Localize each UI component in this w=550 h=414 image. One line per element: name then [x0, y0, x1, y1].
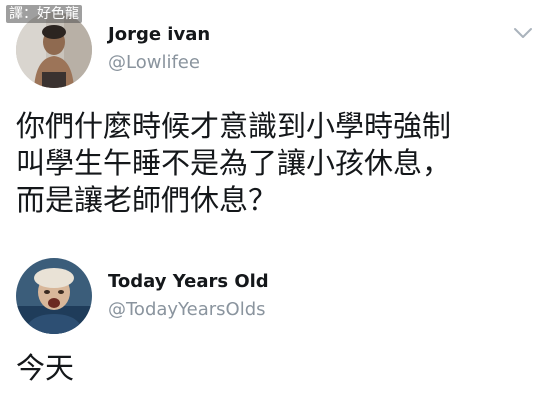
avatar-image	[16, 12, 92, 88]
tweet-text-line: 而是讓老師們休息？	[16, 183, 278, 217]
tweet-text-line: 叫學生午睡不是為了讓小孩休息，	[16, 146, 452, 180]
tweet-text: 今天	[16, 350, 544, 387]
display-name[interactable]: Today Years Old	[108, 271, 269, 292]
tweet-text: 你們什麼時候才意識到小學時強制 叫學生午睡不是為了讓小孩休息， 而是讓老師們休息…	[16, 108, 544, 219]
tweet: Today Years Old @TodayYearsOlds 今天	[0, 240, 550, 414]
avatar[interactable]	[16, 12, 92, 88]
username[interactable]: @TodayYearsOlds	[108, 299, 266, 320]
tweet-text-line: 今天	[16, 351, 75, 385]
display-name[interactable]: Jorge ivan	[108, 24, 210, 45]
tweet: Jorge ivan @Lowlifee 你們什麼時候才意識到小學時強制 叫學生…	[0, 0, 550, 240]
tweet-text-line: 你們什麼時候才意識到小學時強制	[16, 109, 452, 143]
translator-watermark: 譯：好色龍	[6, 5, 82, 23]
avatar[interactable]	[16, 258, 92, 334]
avatar-image	[16, 258, 92, 334]
chevron-down-icon[interactable]	[512, 26, 534, 40]
username[interactable]: @Lowlifee	[108, 52, 200, 73]
